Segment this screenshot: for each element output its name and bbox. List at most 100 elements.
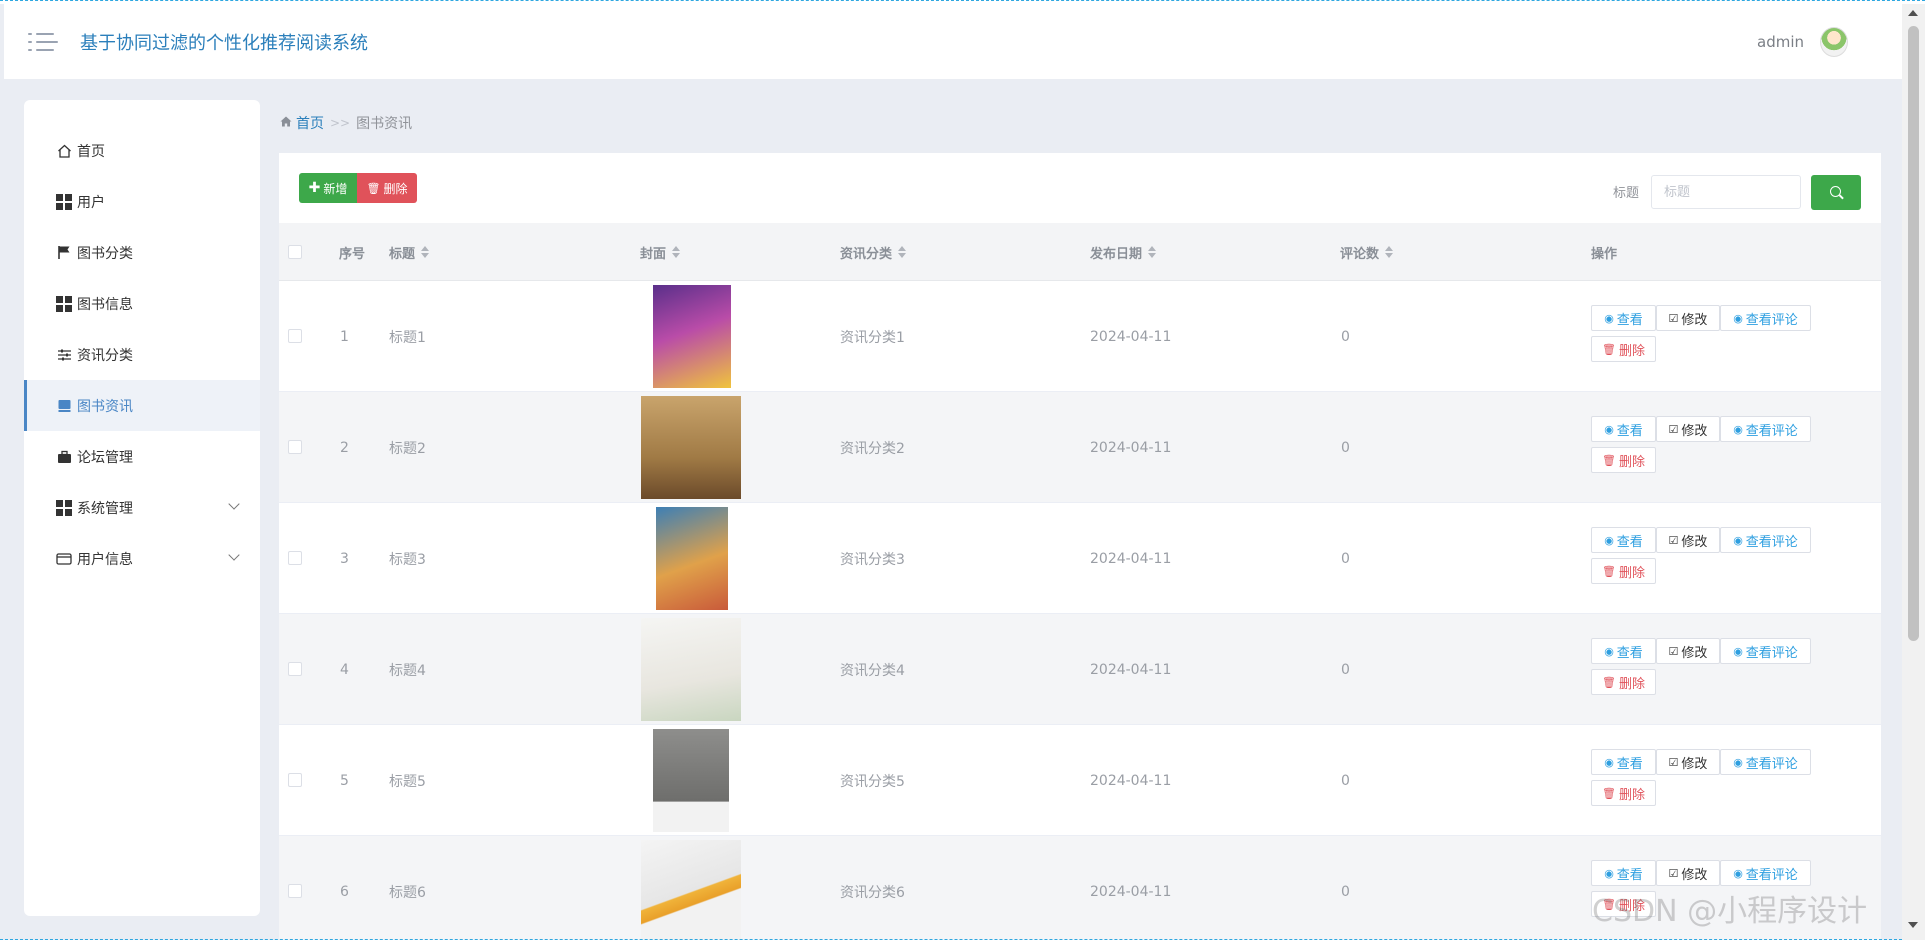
- breadcrumb: 首页 >> 图书资讯: [280, 113, 412, 133]
- grid-icon: [56, 499, 72, 516]
- row-checkbox[interactable]: [288, 440, 302, 454]
- search-button[interactable]: [1811, 175, 1861, 210]
- select-all-checkbox[interactable]: [288, 245, 302, 259]
- view-comments-button[interactable]: ◉ 查看评论: [1720, 416, 1811, 442]
- search-label: 标题: [1613, 186, 1640, 201]
- sidebar-item-book-news[interactable]: 图书资讯: [24, 380, 260, 431]
- row-delete-button[interactable]: 🗑 删除: [1591, 336, 1656, 362]
- edit-button[interactable]: ☑ 修改: [1656, 527, 1720, 553]
- frame-bottom-border: [0, 936, 1902, 940]
- sort-icon[interactable]: [421, 246, 430, 258]
- edit-button[interactable]: ☑ 修改: [1656, 749, 1720, 775]
- edit-button[interactable]: ☑ 修改: [1656, 305, 1720, 331]
- eye-icon: ◉: [1604, 866, 1614, 880]
- scroll-thumb[interactable]: [1908, 26, 1919, 641]
- view-button[interactable]: ◉ 查看: [1591, 749, 1656, 775]
- view-button[interactable]: ◉ 查看: [1591, 860, 1656, 886]
- eye-icon: ◉: [1733, 644, 1743, 658]
- sort-icon[interactable]: [1385, 246, 1394, 258]
- row-delete-button[interactable]: 🗑 删除: [1591, 558, 1656, 584]
- column-header-comments[interactable]: 评论数: [1340, 223, 1394, 281]
- cell-comments: 0: [1341, 661, 1350, 678]
- scroll-up-arrow-icon[interactable]: [1908, 10, 1918, 16]
- chevron-down-icon[interactable]: [228, 549, 240, 561]
- sidebar-item-book-category[interactable]: 图书分类: [24, 227, 260, 278]
- column-header-cover[interactable]: 封面: [640, 223, 681, 281]
- scroll-down-arrow-icon[interactable]: [1908, 922, 1918, 928]
- page-scrollbar[interactable]: [1902, 4, 1925, 940]
- breadcrumb-home-link[interactable]: 首页: [296, 113, 324, 133]
- eye-icon: ◉: [1604, 533, 1614, 547]
- avatar[interactable]: [1820, 26, 1848, 57]
- cell-comments: 0: [1341, 883, 1350, 900]
- sidebar-item-label: 论坛管理: [77, 449, 133, 466]
- row-delete-button[interactable]: 🗑 删除: [1591, 669, 1656, 695]
- home-icon: [280, 115, 292, 131]
- column-header-index: 序号: [339, 246, 366, 262]
- cell-date: 2024-04-11: [1090, 328, 1172, 345]
- user-menu[interactable]: admin: [1757, 4, 1848, 79]
- grid-icon: [56, 295, 72, 312]
- sidebar-item-label: 图书资讯: [77, 398, 133, 415]
- sidebar-item-book-info[interactable]: 图书信息: [24, 278, 260, 329]
- username-label[interactable]: admin: [1757, 33, 1804, 51]
- view-button[interactable]: ◉ 查看: [1591, 416, 1656, 442]
- sidebar: 首页 用户 图书分类 图书信息 资讯分类 图书资讯 论坛管理 系统管理 用户信息: [24, 100, 260, 916]
- cover-image: [656, 507, 728, 610]
- sidebar-item-system[interactable]: 系统管理: [24, 482, 260, 533]
- column-header-category[interactable]: 资讯分类: [840, 223, 907, 281]
- view-comments-button[interactable]: ◉ 查看评论: [1720, 860, 1811, 886]
- cell-title: 标题5: [389, 773, 426, 790]
- edit-icon: ☑: [1668, 644, 1679, 658]
- view-button[interactable]: ◉ 查看: [1591, 527, 1656, 553]
- menu-toggle-icon[interactable]: [28, 31, 58, 53]
- row-checkbox[interactable]: [288, 773, 302, 787]
- edit-button[interactable]: ☑ 修改: [1656, 638, 1720, 664]
- row-checkbox[interactable]: [288, 662, 302, 676]
- column-header-title[interactable]: 标题: [389, 223, 430, 281]
- sidebar-item-users[interactable]: 用户: [24, 176, 260, 227]
- add-button[interactable]: ✚ 新增: [299, 173, 357, 203]
- sidebar-item-news-category[interactable]: 资讯分类: [24, 329, 260, 380]
- title-search-input[interactable]: [1651, 175, 1801, 209]
- column-header-date[interactable]: 发布日期: [1090, 223, 1157, 281]
- cell-comments: 0: [1341, 328, 1350, 345]
- cell-index: 3: [340, 550, 349, 567]
- cell-category: 资讯分类6: [840, 884, 905, 901]
- sort-icon[interactable]: [672, 246, 681, 258]
- trash-icon: 🗑: [366, 181, 381, 195]
- view-button[interactable]: ◉ 查看: [1591, 305, 1656, 331]
- briefcase-icon: [56, 449, 72, 465]
- edit-button[interactable]: ☑ 修改: [1656, 416, 1720, 442]
- cell-date: 2024-04-11: [1090, 772, 1172, 789]
- cell-index: 6: [340, 883, 349, 900]
- view-comments-button[interactable]: ◉ 查看评论: [1720, 638, 1811, 664]
- system-title: 基于协同过滤的个性化推荐阅读系统: [80, 32, 368, 54]
- sort-icon[interactable]: [898, 246, 907, 258]
- row-checkbox[interactable]: [288, 329, 302, 343]
- batch-delete-button[interactable]: 🗑 删除: [357, 173, 417, 203]
- cover-image: [653, 729, 729, 832]
- sidebar-item-forum[interactable]: 论坛管理: [24, 431, 260, 482]
- row-checkbox[interactable]: [288, 551, 302, 565]
- edit-icon: ☑: [1668, 755, 1679, 769]
- view-comments-button[interactable]: ◉ 查看评论: [1720, 749, 1811, 775]
- row-checkbox[interactable]: [288, 884, 302, 898]
- watermark-text: CSDN @小程序设计: [1592, 894, 1868, 929]
- view-comments-button[interactable]: ◉ 查看评论: [1720, 305, 1811, 331]
- chevron-down-icon[interactable]: [228, 498, 240, 510]
- cover-image: [653, 285, 731, 388]
- row-delete-button[interactable]: 🗑 删除: [1591, 447, 1656, 473]
- top-header: 基于协同过滤的个性化推荐阅读系统 admin: [4, 4, 1902, 79]
- view-button[interactable]: ◉ 查看: [1591, 638, 1656, 664]
- row-delete-button[interactable]: 🗑 删除: [1591, 780, 1656, 806]
- sidebar-item-home[interactable]: 首页: [24, 125, 260, 176]
- sidebar-item-user-info[interactable]: 用户信息: [24, 533, 260, 584]
- edit-button[interactable]: ☑ 修改: [1656, 860, 1720, 886]
- sliders-icon: [56, 347, 72, 363]
- view-comments-button[interactable]: ◉ 查看评论: [1720, 527, 1811, 553]
- trash-icon: 🗑: [1602, 786, 1616, 800]
- sort-icon[interactable]: [1148, 246, 1157, 258]
- eye-icon: ◉: [1733, 311, 1743, 325]
- cell-comments: 0: [1341, 772, 1350, 789]
